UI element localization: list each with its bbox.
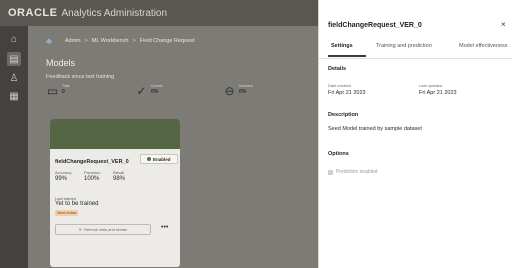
panel-tabs: Settings Training and prediction Model e… xyxy=(328,43,512,58)
close-icon[interactable]: × xyxy=(501,20,506,29)
check-circle-icon: ✓ xyxy=(136,83,147,98)
tab-training-and-prediction[interactable]: Training and prediction xyxy=(376,43,432,49)
enabled-dot-icon xyxy=(147,157,151,161)
stat-label: Accuracy xyxy=(55,170,72,175)
metric-value: 0% xyxy=(239,89,247,95)
date-created-value: Fri Apr 21 2023 xyxy=(328,90,366,96)
grid-icon[interactable]: ▦ xyxy=(7,89,21,103)
metric-incorrect: ⊖ Incorrect 0% xyxy=(223,83,252,98)
breadcrumb-item-ml-workbench[interactable]: ML Workbench xyxy=(92,38,129,44)
refresh-icon: ⟳ xyxy=(78,227,83,232)
metric-value: 0% xyxy=(151,89,159,95)
workbench-icon: ♣ xyxy=(46,36,52,46)
options-heading: Options xyxy=(328,151,349,157)
stat-value: 100% xyxy=(84,176,100,182)
feedback-heading: Feedback since last training xyxy=(46,74,115,80)
page-title: Models xyxy=(46,58,76,68)
review-tag: Need review xyxy=(55,210,79,216)
metric-total: ▭ Total 0 xyxy=(46,83,70,98)
stat-value: 99% xyxy=(55,176,68,182)
last-trained-value: Yet to be trained xyxy=(55,201,99,207)
model-detail-panel: fieldChangeRequest_VER_0 × Settings Trai… xyxy=(318,0,512,268)
brand: ORACLE Analytics Administration xyxy=(8,7,167,19)
stat-label: Recall xyxy=(113,170,125,175)
oracle-logo: ORACLE xyxy=(8,7,58,19)
last-updated-label: Last updated xyxy=(419,83,443,88)
stat-value: 98% xyxy=(113,176,126,182)
stat-label: Precision xyxy=(84,170,101,175)
refresh-retrain-button[interactable]: ⟳ Refresh data and retrain xyxy=(55,224,151,235)
model-name: fieldChangeRequest_VER_0 xyxy=(55,159,129,165)
app-title: Analytics Administration xyxy=(61,8,168,19)
stat-precision: Precision 100% xyxy=(84,170,100,182)
status-badge-label: Enabled xyxy=(153,156,171,162)
refresh-retrain-label: Refresh data and retrain xyxy=(84,227,128,232)
last-updated-value: Fri Apr 21 2023 xyxy=(419,90,457,96)
side-nav: ⌂ ▤ ♙ ▦ xyxy=(0,26,28,268)
minus-circle-icon: ⊖ xyxy=(224,83,235,98)
stat-accuracy: Accuracy 99% xyxy=(55,170,71,182)
database-icon[interactable]: ▤ xyxy=(7,52,21,66)
active-tab-indicator xyxy=(328,55,366,57)
tab-model-effectiveness[interactable]: Model effectiveness xyxy=(459,43,508,49)
card-banner xyxy=(50,119,180,149)
description-text: Seed Model trained by sample dataset xyxy=(328,126,422,132)
prediction-enabled-checkbox[interactable] xyxy=(328,170,333,175)
main-content: ♣ Admin > ML Workbench > Field Change Re… xyxy=(28,26,318,268)
details-heading: Details xyxy=(328,66,347,72)
status-badge: Enabled xyxy=(140,154,178,164)
date-created-label: Date created xyxy=(328,83,351,88)
breadcrumb-separator-icon: > xyxy=(84,38,88,44)
user-icon[interactable]: ♙ xyxy=(7,71,21,85)
metric-value: 0 xyxy=(62,89,65,95)
tab-settings[interactable]: Settings xyxy=(331,43,353,49)
description-heading: Description xyxy=(328,112,359,118)
prediction-enabled-label: Prediction enabled xyxy=(336,169,378,175)
stat-recall: Recall 98% xyxy=(113,170,125,182)
feedback-icon: ▭ xyxy=(46,83,59,98)
breadcrumb-item-admin[interactable]: Admin xyxy=(65,38,81,44)
home-icon[interactable]: ⌂ xyxy=(7,32,21,46)
metric-correct: ✓ Correct 0% xyxy=(135,83,162,98)
panel-title: fieldChangeRequest_VER_0 xyxy=(328,22,422,29)
breadcrumb-item-current: Field Change Request xyxy=(139,38,195,44)
breadcrumb-separator-icon: > xyxy=(132,38,136,44)
more-actions-icon[interactable]: ••• xyxy=(161,224,168,231)
breadcrumb: ♣ Admin > ML Workbench > Field Change Re… xyxy=(28,30,318,52)
model-card[interactable]: fieldChangeRequest_VER_0 Enabled Accurac… xyxy=(50,119,180,267)
tabs-divider xyxy=(319,58,512,59)
